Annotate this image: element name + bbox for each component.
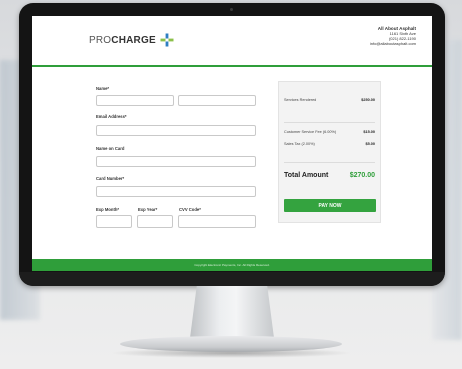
services-value: $250.00 bbox=[361, 98, 375, 102]
logo-pro-text: PRO bbox=[89, 34, 112, 46]
summary-divider bbox=[284, 122, 375, 123]
page-footer: Copyright Electronic Payments, Inc. All … bbox=[32, 259, 432, 271]
monitor-stand-neck bbox=[190, 286, 274, 338]
services-label: Services Rendered bbox=[284, 98, 317, 102]
services-row: Services Rendered $250.00 bbox=[284, 98, 375, 102]
exp-month-input[interactable] bbox=[96, 215, 132, 228]
exp-year-input[interactable] bbox=[137, 215, 173, 228]
monitor: PRO CHARGE All About Asphalt 1161 Sixth … bbox=[19, 3, 445, 286]
order-summary-panel: Services Rendered $250.00 Customer Servi… bbox=[278, 81, 381, 223]
exp-month-label: Exp Month* bbox=[96, 207, 120, 212]
first-name-input[interactable] bbox=[96, 95, 174, 106]
logo-charge-text: CHARGE bbox=[111, 34, 156, 46]
header-divider bbox=[32, 65, 432, 67]
tax-row: Sales Tax (2.00%) $5.00 bbox=[284, 142, 375, 146]
fee-label: Customer Service Fee (6.00%) bbox=[284, 130, 337, 134]
tax-value: $5.00 bbox=[365, 142, 375, 146]
email-input[interactable] bbox=[96, 125, 256, 136]
card-number-label: Card Number* bbox=[96, 176, 125, 181]
plus-cross-icon bbox=[160, 33, 174, 47]
name-on-card-label: Name on Card bbox=[96, 146, 125, 151]
merchant-info: All About Asphalt 1161 Sixth Ave (021) 8… bbox=[370, 26, 416, 46]
name-label: Name* bbox=[96, 86, 110, 91]
monitor-chin bbox=[19, 272, 445, 286]
exp-year-label: Exp Year* bbox=[138, 207, 158, 212]
last-name-input[interactable] bbox=[178, 95, 256, 106]
fee-row: Customer Service Fee (6.00%) $15.00 bbox=[284, 130, 375, 134]
cvv-label: CVV Code* bbox=[179, 207, 201, 212]
copyright-text: Copyright Electronic Payments, Inc. All … bbox=[194, 263, 270, 267]
cvv-input[interactable] bbox=[178, 215, 256, 228]
card-number-input[interactable] bbox=[96, 186, 256, 197]
webcam bbox=[230, 8, 233, 11]
email-label: Email Address* bbox=[96, 114, 127, 119]
tax-label: Sales Tax (2.00%) bbox=[284, 142, 315, 146]
total-value: $270.00 bbox=[349, 172, 375, 179]
procharge-logo[interactable]: PRO CHARGE bbox=[89, 33, 174, 47]
page-header: PRO CHARGE All About Asphalt 1161 Sixth … bbox=[32, 16, 432, 64]
monitor-stand-base bbox=[120, 336, 342, 352]
name-on-card-input[interactable] bbox=[96, 156, 256, 167]
pay-now-button[interactable]: PAY NOW bbox=[284, 199, 376, 212]
fee-value: $15.00 bbox=[363, 130, 375, 134]
total-label: Total Amount bbox=[284, 172, 329, 179]
screen: PRO CHARGE All About Asphalt 1161 Sixth … bbox=[32, 16, 432, 271]
merchant-email: info@allaboutasphalt.com bbox=[369, 41, 416, 46]
summary-divider bbox=[284, 162, 375, 163]
